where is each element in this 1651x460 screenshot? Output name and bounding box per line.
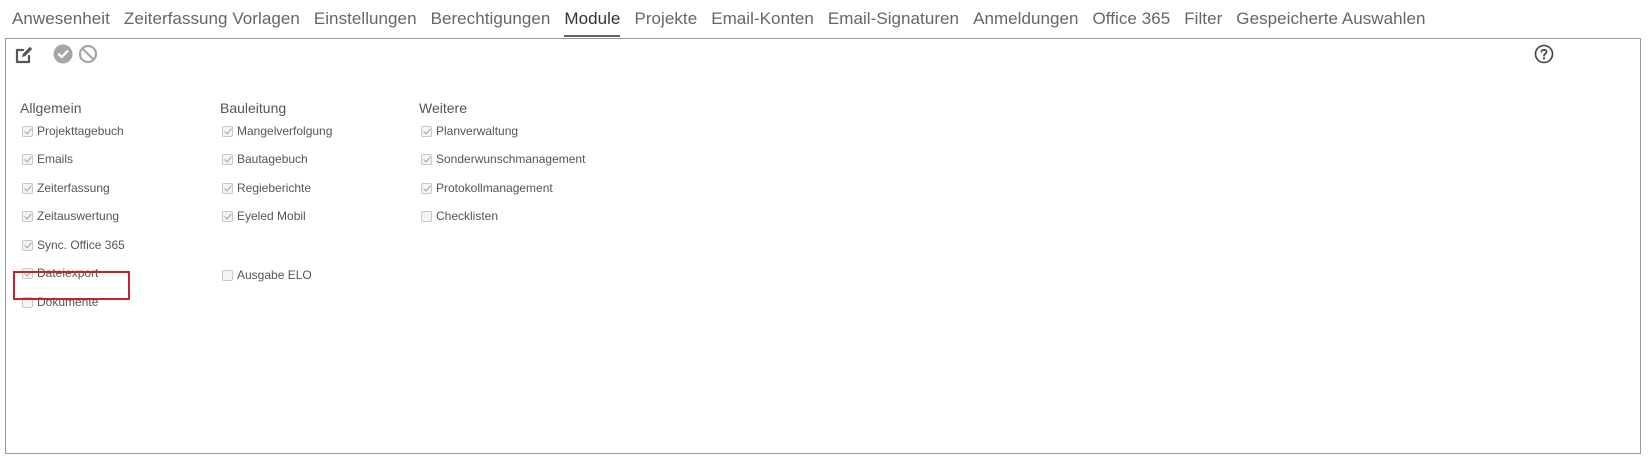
column-heading-bauleitung: Bauleitung	[220, 100, 287, 116]
module-checkbox-mangelverfolgung[interactable]: Mangelverfolgung	[222, 123, 332, 139]
module-checkbox-sync-office-365[interactable]: Sync. Office 365	[22, 237, 125, 253]
tab-projekte[interactable]: Projekte	[634, 0, 697, 36]
tab-filter[interactable]: Filter	[1184, 0, 1222, 36]
check-circle-icon[interactable]	[53, 44, 73, 69]
tab-office-365[interactable]: Office 365	[1093, 0, 1171, 36]
module-checkbox-eyeled-mobil[interactable]: Eyeled Mobil	[222, 208, 306, 224]
tab-anmeldungen[interactable]: Anmeldungen	[973, 0, 1078, 36]
checkbox-label: Regieberichte	[237, 181, 312, 195]
module-checkbox-protokollmanagement[interactable]: Protokollmanagement	[421, 180, 553, 196]
module-checkbox-ausgabe-elo[interactable]: Ausgabe ELO	[222, 267, 312, 283]
ban-icon[interactable]	[78, 44, 98, 69]
checkbox-label: Protokollmanagement	[436, 181, 553, 195]
checkbox-box[interactable]	[22, 153, 33, 165]
checkbox-box[interactable]	[222, 269, 233, 281]
tab-zeiterfassung-vorlagen[interactable]: Zeiterfassung Vorlagen	[124, 0, 300, 36]
checkbox-label: Eyeled Mobil	[237, 209, 306, 223]
checkbox-label: Zeiterfassung	[37, 181, 110, 195]
module-checkbox-zeiterfassung[interactable]: Zeiterfassung	[22, 180, 110, 196]
tab-email-signaturen[interactable]: Email-Signaturen	[828, 0, 959, 36]
checkbox-label: Sonderwunschmanagement	[436, 152, 586, 166]
checkbox-label: Emails	[37, 152, 74, 166]
module-checkbox-regieberichte[interactable]: Regieberichte	[222, 180, 311, 196]
checkbox-box[interactable]	[22, 239, 33, 251]
tab-module[interactable]: Module	[564, 0, 621, 37]
tab-email-konten[interactable]: Email-Konten	[711, 0, 814, 36]
module-checkbox-sonderwunschmanagement[interactable]: Sonderwunschmanagement	[421, 151, 585, 167]
checkbox-box[interactable]	[222, 210, 233, 222]
checkbox-box[interactable]	[421, 153, 432, 165]
module-checkbox-checklisten[interactable]: Checklisten	[421, 208, 498, 224]
modules-panel: Allgemein Projekttagebuch Emails Zeiterf…	[5, 38, 1641, 454]
column-heading-allgemein: Allgemein	[20, 100, 82, 116]
checkbox-box[interactable]	[421, 125, 432, 137]
tab-gespeicherte-auswahlen[interactable]: Gespeicherte Auswahlen	[1236, 0, 1425, 36]
checkbox-box[interactable]	[421, 182, 432, 194]
highlight-box	[13, 271, 130, 300]
checkbox-box[interactable]	[222, 182, 233, 194]
column-heading-weitere: Weitere	[419, 100, 467, 116]
checkbox-label: Mangelverfolgung	[237, 124, 333, 138]
edit-icon[interactable]	[14, 45, 34, 70]
checkbox-label: Sync. Office 365	[37, 238, 125, 252]
checkbox-label: Planverwaltung	[436, 124, 519, 138]
checkbox-box[interactable]	[222, 125, 233, 137]
checkbox-label: Bautagebuch	[237, 152, 308, 166]
checkbox-label: Ausgabe ELO	[237, 268, 312, 282]
checkbox-label: Projekttagebuch	[37, 124, 124, 138]
checkbox-box[interactable]	[22, 210, 33, 222]
module-checkbox-emails[interactable]: Emails	[22, 151, 73, 167]
checkbox-label: Checklisten	[436, 209, 499, 223]
tab-bar: Anwesenheit Zeiterfassung Vorlagen Einst…	[12, 0, 1439, 37]
checkbox-box[interactable]	[22, 182, 33, 194]
module-checkbox-planverwaltung[interactable]: Planverwaltung	[421, 123, 518, 139]
checkbox-box[interactable]	[222, 153, 233, 165]
help-icon[interactable]	[1534, 44, 1554, 69]
module-checkbox-projekttagebuch[interactable]: Projekttagebuch	[22, 123, 124, 139]
checkbox-box[interactable]	[22, 125, 33, 137]
tab-einstellungen[interactable]: Einstellungen	[314, 0, 417, 36]
module-checkbox-zeitauswertung[interactable]: Zeitauswertung	[22, 208, 119, 224]
tab-berechtigungen[interactable]: Berechtigungen	[431, 0, 551, 36]
checkbox-label: Zeitauswertung	[37, 209, 120, 223]
checkbox-box[interactable]	[421, 210, 432, 222]
tab-anwesenheit[interactable]: Anwesenheit	[12, 0, 110, 36]
module-checkbox-bautagebuch[interactable]: Bautagebuch	[222, 151, 308, 167]
